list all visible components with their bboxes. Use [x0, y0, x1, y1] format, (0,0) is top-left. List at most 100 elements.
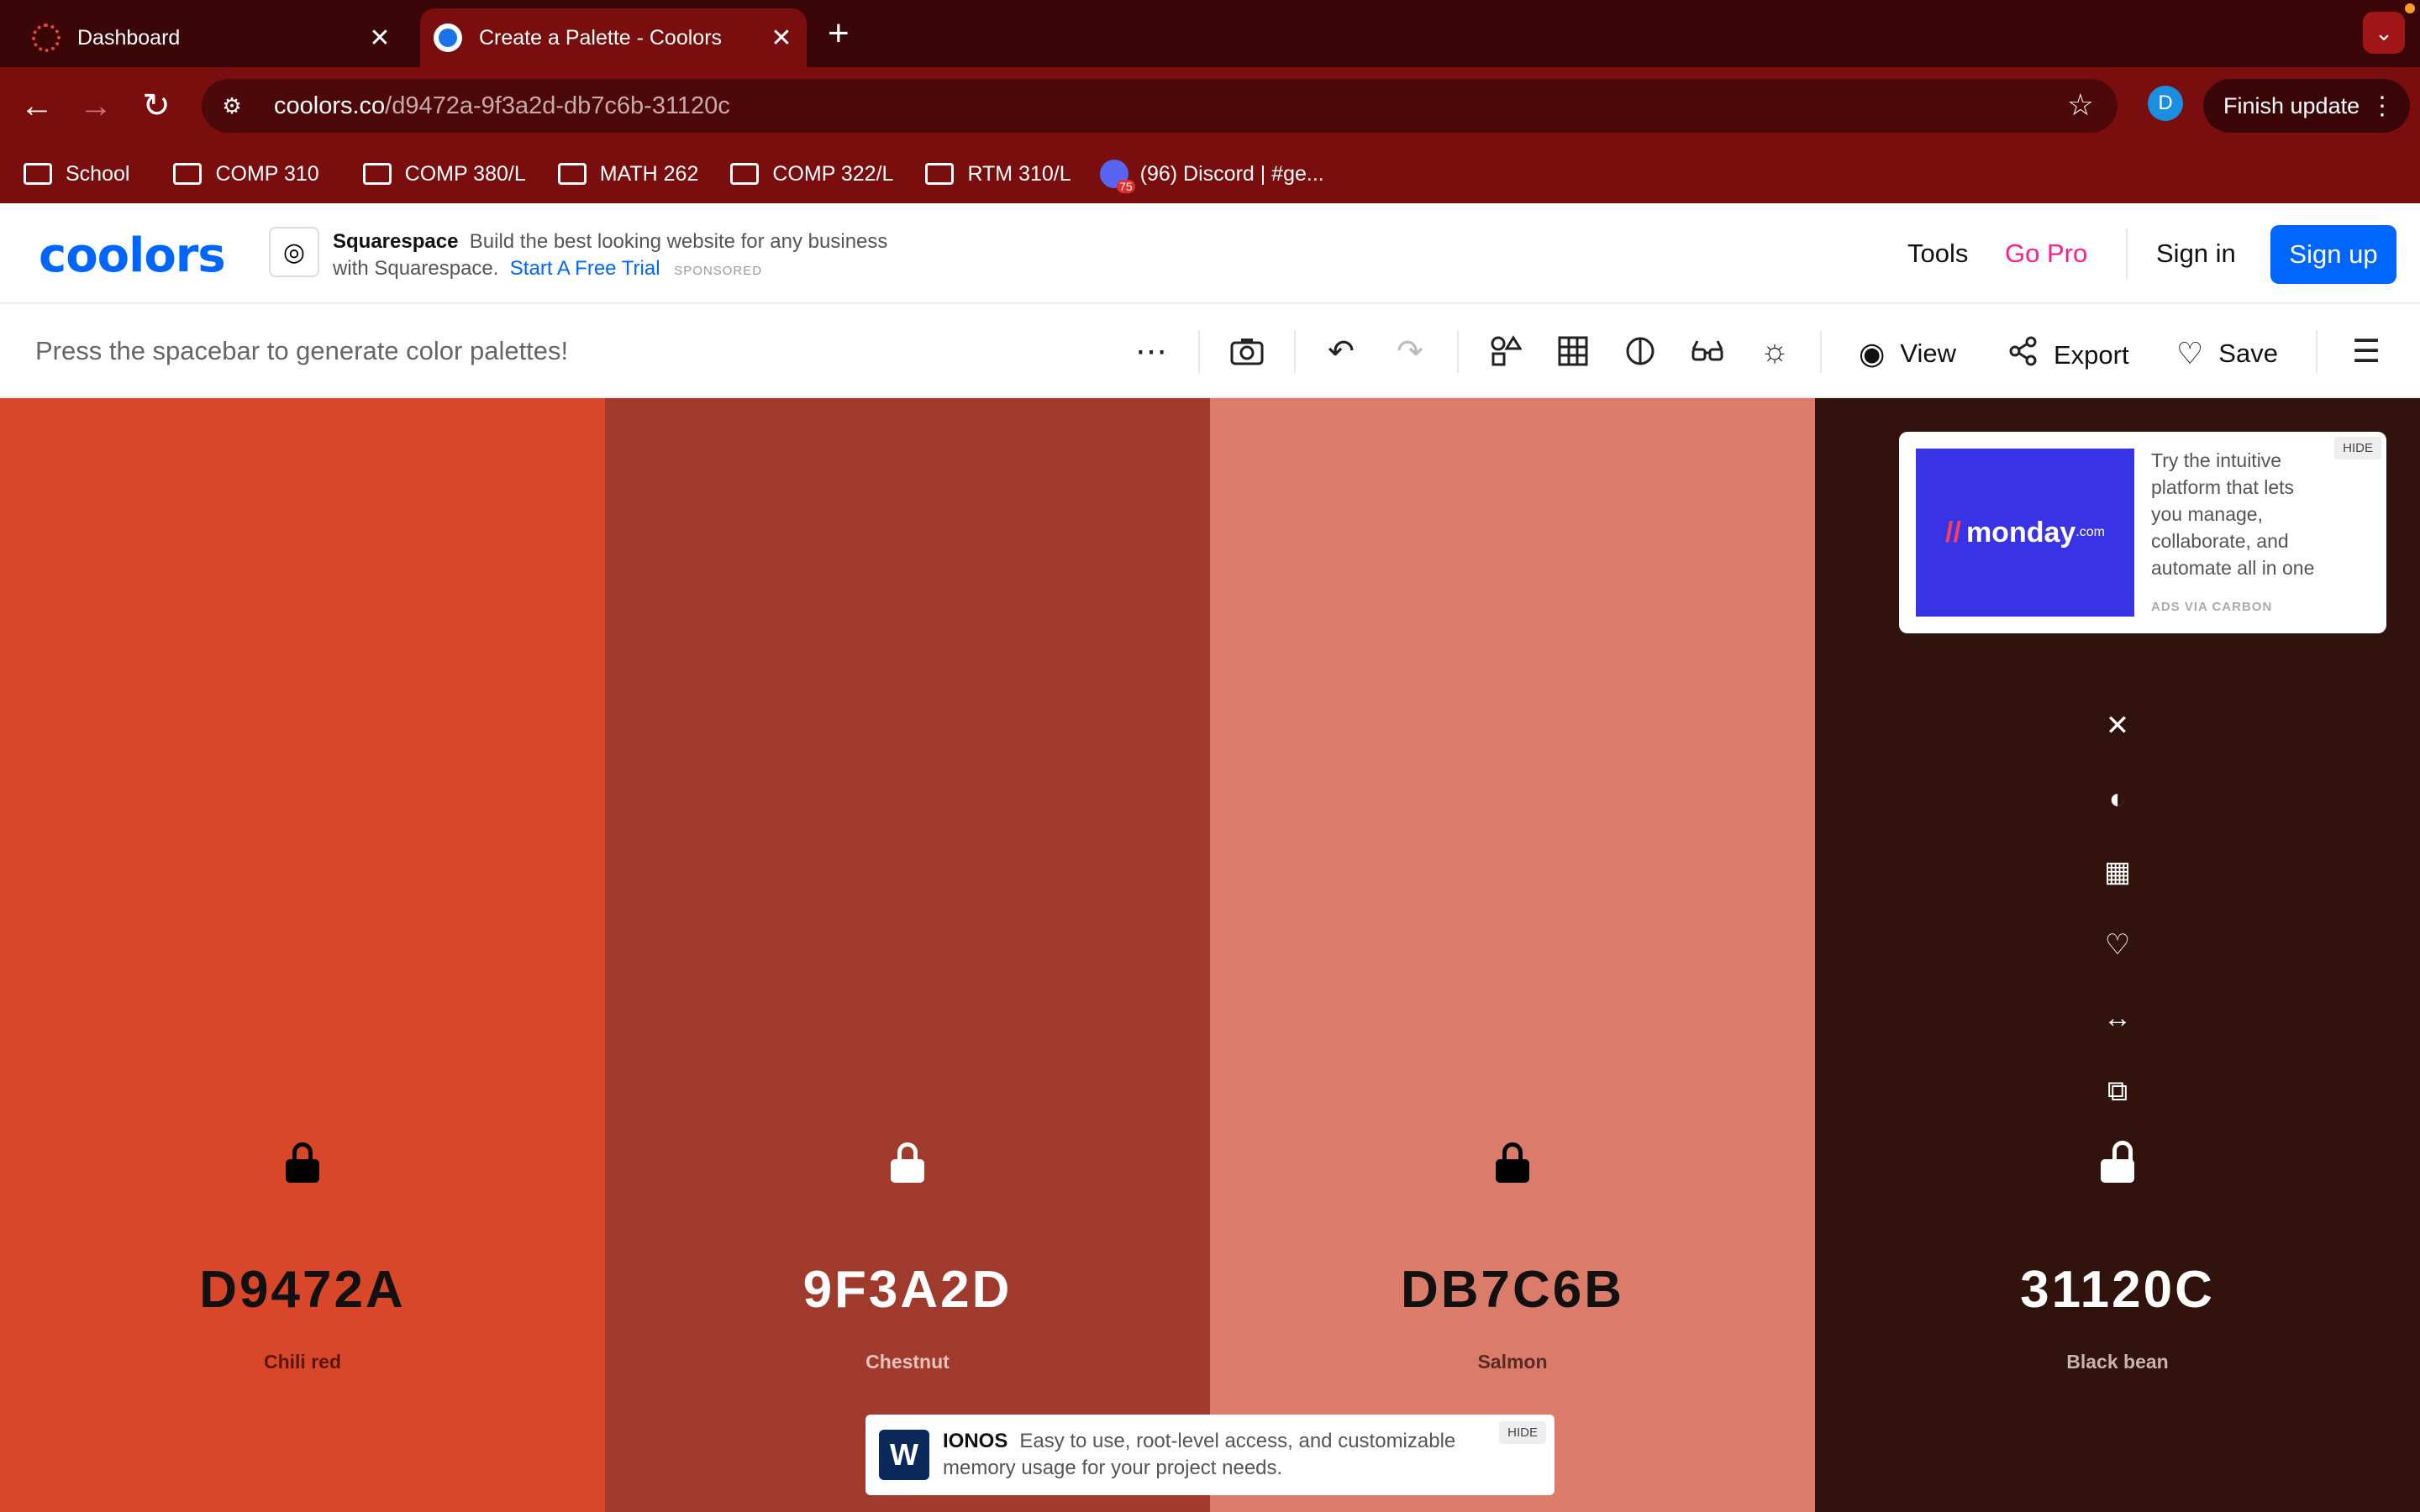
color-name: Chestnut [865, 1351, 950, 1373]
tab-coolors[interactable]: Create a Palette - Coolors ✕ [420, 8, 807, 67]
coolors-logo[interactable]: coolors [39, 228, 226, 283]
bookmark-school[interactable]: School [24, 162, 129, 186]
copy-icon[interactable]: ⧉ [2101, 1074, 2134, 1108]
undo-icon[interactable]: ↶ [1319, 329, 1363, 373]
generator-toolbar: Press the spacebar to generate color pal… [0, 304, 2420, 398]
folder-icon [925, 163, 955, 185]
hex-code[interactable]: 9F3A2D [605, 1260, 1210, 1320]
contrast-icon[interactable] [1618, 329, 1662, 373]
shapes-icon[interactable] [1484, 329, 1528, 373]
glasses-icon[interactable] [1686, 329, 1729, 373]
new-tab-icon[interactable]: + [828, 15, 850, 52]
bookmark-star-icon[interactable]: ☆ [2067, 87, 2094, 123]
color-swatch[interactable]: D9472A Chili red [0, 398, 605, 1512]
back-arrow-icon[interactable]: ← [17, 86, 57, 126]
favorite-heart-icon[interactable]: ♡ [2101, 928, 2134, 962]
notification-dot [2405, 3, 2415, 13]
forward-arrow-icon[interactable]: → [76, 86, 116, 126]
site-header: coolors ◎ Squarespace Build the best loo… [0, 203, 2420, 304]
close-tab-icon[interactable]: ✕ [363, 24, 397, 53]
bookmark-comp-380[interactable]: COMP 380/L [362, 162, 526, 186]
save-button[interactable]: ♡ Save [2176, 336, 2278, 371]
browser-toolbar: ← → ↻ ⚙ coolors.co/d9472a-9f3a2d-db7c6b-… [0, 67, 2420, 144]
finish-update-button[interactable]: Finish update ⋮ [2203, 79, 2410, 133]
lock-icon[interactable] [1496, 1142, 1529, 1183]
hex-code[interactable]: 31120C [1815, 1260, 2420, 1320]
toolbar-divider [1820, 331, 1822, 373]
hamburger-menu-icon[interactable]: ☰ [2344, 329, 2388, 373]
bookmarks-bar: School COMP 310 COMP 380/L MATH 262 COMP… [0, 144, 2420, 203]
kebab-menu-icon: ⋮ [2370, 92, 2395, 120]
camera-icon[interactable] [1225, 329, 1269, 373]
sponsored-tag: SPONSORED [674, 264, 763, 278]
toolbar-divider [1294, 331, 1296, 373]
ionos-brand: IONOS [943, 1430, 1008, 1452]
remove-color-icon[interactable]: ✕ [2101, 709, 2134, 743]
ionos-logo-icon: W [879, 1430, 929, 1480]
sponsor-cta-link[interactable]: Start A Free Trial [510, 257, 660, 280]
view-button[interactable]: ◉ View [1859, 336, 1956, 371]
drag-arrows-icon[interactable]: ↔ [2101, 1001, 2134, 1035]
more-options-icon[interactable]: ⋯ [1129, 329, 1173, 373]
carbon-ad-text[interactable]: Try the intuitive platform that lets you… [2151, 447, 2328, 581]
lock-icon[interactable] [891, 1142, 924, 1183]
canvas-favicon-icon [32, 24, 60, 52]
ionos-ad[interactable]: W IONOS Easy to use, root-level access, a… [865, 1415, 1555, 1495]
hex-code[interactable]: D9472A [0, 1260, 605, 1320]
hide-ad-button[interactable]: HIDE [2334, 437, 2381, 459]
spacebar-hint: Press the spacebar to generate color pal… [35, 336, 569, 365]
bookmark-discord[interactable]: (96) Discord | #ge... [1099, 160, 1324, 193]
profile-avatar[interactable]: D [2148, 86, 2183, 121]
export-button[interactable]: Export [2008, 336, 2129, 374]
hide-ad-button[interactable]: HIDE [1499, 1421, 1546, 1444]
eye-icon: ◉ [1859, 336, 1886, 370]
close-tab-icon[interactable]: ✕ [765, 24, 798, 53]
folder-icon [173, 163, 203, 185]
grid-icon[interactable] [1551, 329, 1595, 373]
coolors-favicon-icon [434, 24, 462, 52]
share-icon [2008, 336, 2039, 374]
folder-icon [362, 163, 392, 185]
bookmark-comp-310[interactable]: COMP 310 [173, 162, 319, 186]
brightness-icon[interactable]: ☼ [1753, 329, 1797, 373]
ionos-ad-text: Easy to use, root-level access, and cust… [943, 1430, 1456, 1479]
tab-title: Create a Palette - Coolors [479, 25, 723, 50]
nav-divider [2126, 228, 2128, 279]
unlocked-lock-icon[interactable] [2101, 1141, 2134, 1183]
color-name: Chili red [263, 1351, 341, 1373]
tab-title: Dashboard [77, 25, 181, 50]
bookmark-math-262[interactable]: MATH 262 [557, 162, 698, 186]
hex-code[interactable]: DB7C6B [1210, 1260, 1815, 1320]
folder-icon [24, 163, 52, 185]
color-name: Salmon [1477, 1351, 1548, 1373]
nav-tools-link[interactable]: Tools [1907, 239, 1968, 269]
discord-icon [1099, 160, 1135, 193]
swatch-tools: ✕ ◐ ▦ ♡ ↔ ⧉ [2101, 709, 2134, 1147]
tab-search-chevron-icon[interactable]: ⌄ [2363, 12, 2405, 54]
carbon-ad[interactable]: // monday .com Try the intuitive platform… [1899, 432, 2386, 633]
redo-icon[interactable]: ↷ [1388, 329, 1432, 373]
heart-icon: ♡ [2176, 336, 2204, 370]
shades-grid-icon[interactable]: ▦ [2101, 855, 2134, 889]
bookmark-rtm-310[interactable]: RTM 310/L [925, 162, 1071, 186]
color-swatch[interactable]: 9F3A2D Chestnut [605, 398, 1210, 1512]
toolbar-divider [1198, 331, 1200, 373]
bookmark-comp-322[interactable]: COMP 322/L [730, 162, 893, 186]
toolbar-divider [2316, 331, 2317, 373]
address-bar[interactable]: ⚙ coolors.co/d9472a-9f3a2d-db7c6b-31120c… [202, 79, 2118, 133]
tab-dashboard[interactable]: Dashboard ✕ [18, 8, 405, 67]
squarespace-logo-icon: ◎ [269, 227, 319, 277]
lock-icon[interactable] [286, 1142, 319, 1183]
sign-in-link[interactable]: Sign in [2156, 239, 2236, 269]
ads-via-carbon[interactable]: ADS VIA CARBON [2151, 600, 2272, 614]
monday-dots-icon: // [1945, 516, 1961, 549]
reload-icon[interactable]: ↻ [136, 86, 176, 126]
color-name: Black bean [2066, 1351, 2169, 1373]
sign-up-button[interactable]: Sign up [2270, 225, 2396, 284]
nav-gopro-link[interactable]: Go Pro [2005, 239, 2087, 269]
monday-logo[interactable]: // monday .com [1916, 449, 2134, 617]
contrast-icon[interactable]: ◐ [2101, 782, 2134, 816]
color-swatch[interactable]: DB7C6B Salmon [1210, 398, 1815, 1512]
site-settings-icon[interactable]: ⚙ [217, 91, 247, 121]
url-text[interactable]: coolors.co/d9472a-9f3a2d-db7c6b-31120c [274, 92, 730, 120]
